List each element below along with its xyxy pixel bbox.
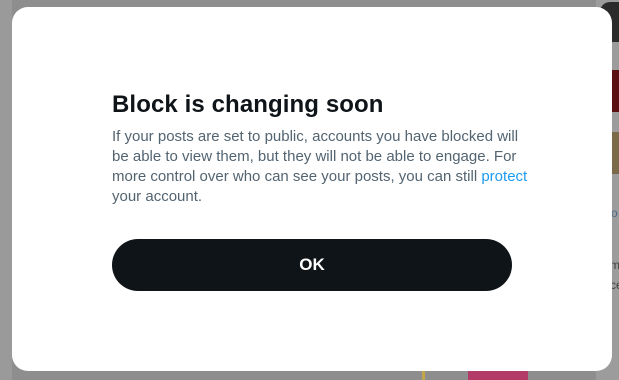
dialog-title: Block is changing soon (112, 91, 384, 118)
dialog-body: If your posts are set to public, account… (112, 127, 532, 207)
block-info-dialog: Block is changing soon If your posts are… (12, 7, 612, 371)
dialog-body-text: If your posts are set to public, account… (112, 128, 519, 185)
background-page-left (0, 0, 12, 380)
ok-button[interactable]: OK (112, 239, 512, 291)
dialog-body-text-end: your account. (112, 188, 203, 205)
protect-link[interactable]: protect (481, 168, 527, 185)
background-text-fragment: o (611, 206, 618, 220)
